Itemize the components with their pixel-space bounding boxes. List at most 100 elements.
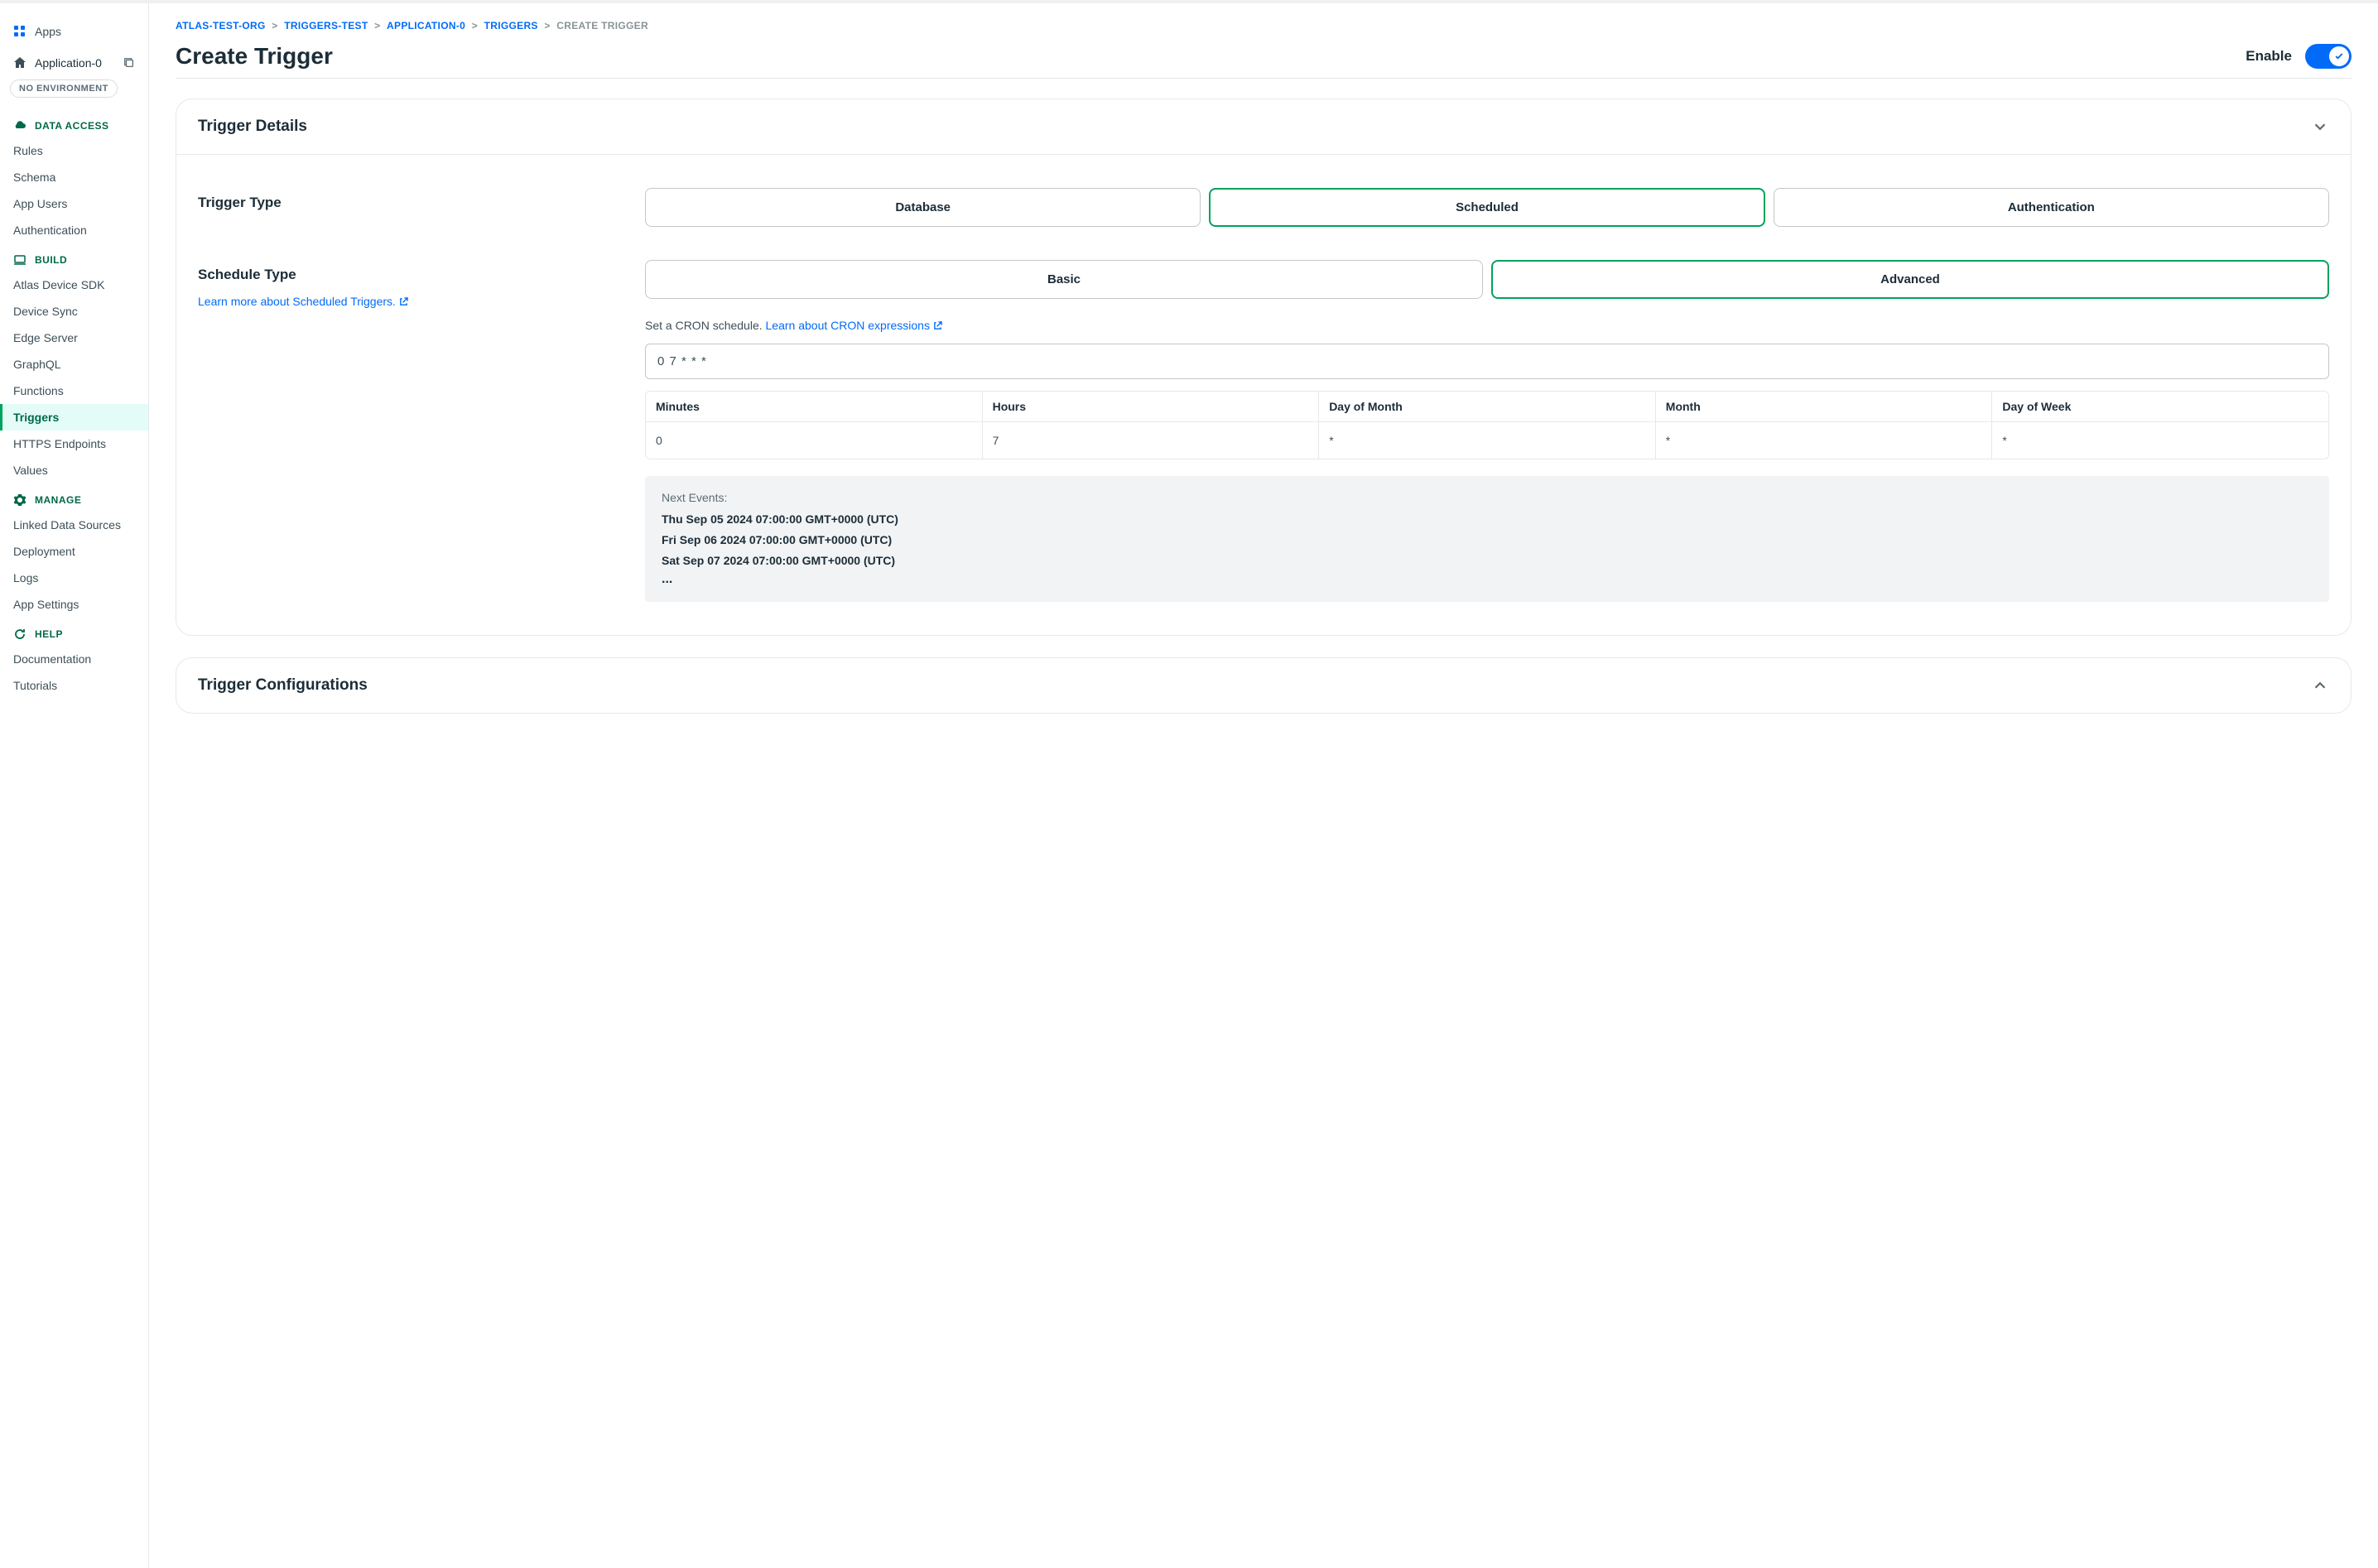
next-event-item: Thu Sep 05 2024 07:00:00 GMT+0000 (UTC) [662,509,2313,530]
next-event-item: Sat Sep 07 2024 07:00:00 GMT+0000 (UTC) [662,551,2313,571]
cron-column-value: * [1656,422,1992,459]
cron-column: Day of Month* [1319,392,1656,459]
next-events-title: Next Events: [662,491,2313,504]
chevron-down-icon [2311,118,2329,136]
sidebar-item-app-users[interactable]: App Users [0,190,148,217]
cron-help-text: Set a CRON schedule. Learn about CRON ex… [645,319,2329,332]
sidebar-app-selector[interactable]: Application-0 [0,45,148,76]
nav-manage: Linked Data SourcesDeploymentLogsApp Set… [0,512,148,618]
section-header-data-access: DATA ACCESS [0,109,148,137]
cron-column: Minutes0 [646,392,983,459]
apps-grid-icon [13,25,26,38]
trigger-type-authentication[interactable]: Authentication [1774,188,2329,227]
next-events-more: ... [662,572,2313,587]
schedule-type-group: BasicAdvanced [645,260,2329,299]
nav-help: DocumentationTutorials [0,646,148,699]
sidebar-item-linked-data-sources[interactable]: Linked Data Sources [0,512,148,538]
trigger-type-label: Trigger Type [198,195,612,211]
sidebar-item-tutorials[interactable]: Tutorials [0,672,148,699]
nav-data-access: RulesSchemaApp UsersAuthentication [0,137,148,243]
environment-pill[interactable]: NO ENVIRONMENT [10,79,118,98]
breadcrumb-separator: > [542,20,554,31]
cron-column-value: 7 [983,422,1319,459]
sidebar-item-documentation[interactable]: Documentation [0,646,148,672]
sidebar-item-schema[interactable]: Schema [0,164,148,190]
sidebar-item-triggers[interactable]: Triggers [0,404,148,430]
collapse-button[interactable] [2311,118,2329,136]
expand-button[interactable] [2311,676,2329,695]
cron-column: Hours7 [983,392,1320,459]
sidebar-item-app-settings[interactable]: App Settings [0,591,148,618]
section-header-build: BUILD [0,243,148,272]
check-icon [2334,51,2344,61]
cron-breakdown-table: Minutes0Hours7Day of Month*Month*Day of … [645,391,2329,459]
trigger-type-scheduled[interactable]: Scheduled [1209,188,1764,227]
cron-column: Month* [1656,392,1993,459]
trigger-type-database[interactable]: Database [645,188,1201,227]
sidebar: Apps Application-0 NO ENVIRONMENT DATA A… [0,3,149,1568]
cron-help-link-text: Learn about CRON expressions [766,319,930,332]
breadcrumb-separator: > [269,20,282,31]
enable-toggle[interactable] [2305,44,2352,69]
breadcrumb-separator: > [469,20,481,31]
nav-build: Atlas Device SDKDevice SyncEdge ServerGr… [0,272,148,483]
schedule-type-basic[interactable]: Basic [645,260,1483,299]
sidebar-apps-label: Apps [35,25,61,38]
sidebar-item-graphql[interactable]: GraphQL [0,351,148,378]
chevron-up-icon [2311,676,2329,695]
section-header-data-access-label: DATA ACCESS [35,120,109,132]
sidebar-item-authentication[interactable]: Authentication [0,217,148,243]
section-header-build-label: BUILD [35,254,67,266]
card-trigger-configurations: Trigger Configurations [176,657,2352,714]
sidebar-item-https-endpoints[interactable]: HTTPS Endpoints [0,430,148,457]
cron-column-header: Day of Month [1319,392,1655,422]
sidebar-item-values[interactable]: Values [0,457,148,483]
external-link-icon [399,297,408,306]
sidebar-item-deployment[interactable]: Deployment [0,538,148,565]
section-header-help-label: HELP [35,628,63,640]
sidebar-item-logs[interactable]: Logs [0,565,148,591]
sidebar-item-rules[interactable]: Rules [0,137,148,164]
cron-column-header: Month [1656,392,1992,422]
learn-more-scheduled-link[interactable]: Learn more about Scheduled Triggers. [198,295,408,308]
breadcrumb-link[interactable]: TRIGGERS [484,20,538,31]
refresh-icon [13,628,26,641]
schedule-type-advanced[interactable]: Advanced [1491,260,2329,299]
cron-column-value: 0 [646,422,982,459]
gear-icon [13,493,26,507]
cron-expression-input[interactable] [645,344,2329,379]
next-events-panel: Next Events: Thu Sep 05 2024 07:00:00 GM… [645,476,2329,602]
card-title-trigger-configurations: Trigger Configurations [198,676,368,695]
schedule-type-label: Schedule Type [198,267,612,283]
toggle-thumb [2329,46,2349,66]
sidebar-item-device-sync[interactable]: Device Sync [0,298,148,325]
section-header-manage: MANAGE [0,483,148,512]
breadcrumb-link[interactable]: ATLAS-TEST-ORG [176,20,266,31]
sidebar-item-atlas-device-sdk[interactable]: Atlas Device SDK [0,272,148,298]
cron-column-value: * [1992,422,2328,459]
next-event-item: Fri Sep 06 2024 07:00:00 GMT+0000 (UTC) [662,530,2313,551]
page-title: Create Trigger [176,43,333,70]
cron-help-prefix: Set a CRON schedule. [645,319,766,332]
sidebar-app-name: Application-0 [35,56,102,70]
cron-help-link[interactable]: Learn about CRON expressions [766,319,942,332]
breadcrumb-separator: > [371,20,383,31]
sidebar-apps-link[interactable]: Apps [0,18,148,45]
breadcrumb-current: CREATE TRIGGER [556,20,648,31]
cron-column-value: * [1319,422,1655,459]
section-header-help: HELP [0,618,148,646]
breadcrumb-link[interactable]: APPLICATION-0 [387,20,465,31]
enable-label: Enable [2246,48,2292,65]
breadcrumb-link[interactable]: TRIGGERS-TEST [284,20,368,31]
header-divider [176,78,2352,79]
section-header-manage-label: MANAGE [35,494,81,506]
sidebar-item-edge-server[interactable]: Edge Server [0,325,148,351]
learn-more-scheduled-text: Learn more about Scheduled Triggers. [198,295,396,308]
sidebar-item-functions[interactable]: Functions [0,378,148,404]
cron-column-header: Day of Week [1992,392,2328,422]
copy-icon[interactable] [123,57,135,69]
cloud-icon [13,119,26,132]
home-icon [13,56,26,70]
laptop-icon [13,253,26,267]
breadcrumb: ATLAS-TEST-ORG > TRIGGERS-TEST > APPLICA… [176,20,2352,31]
